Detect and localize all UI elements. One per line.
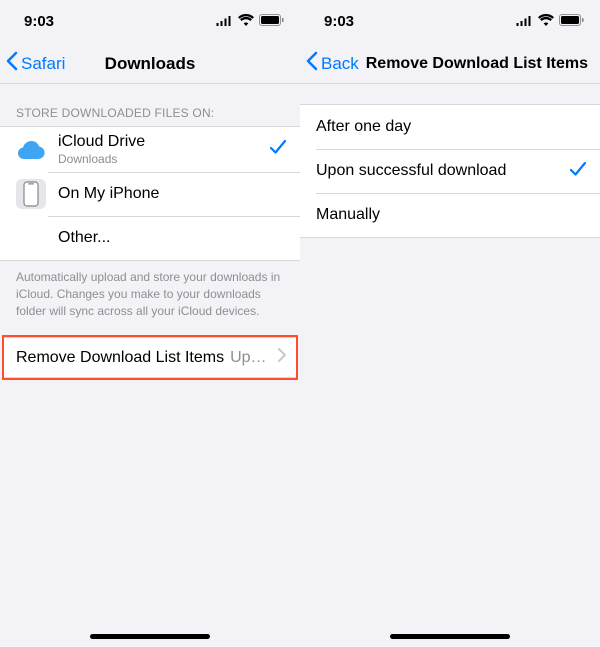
remove-download-list-items-row[interactable]: Remove Download List Items Upon succes… (4, 337, 296, 378)
status-time: 9:03 (324, 13, 354, 30)
screen-downloads: 9:03 Safari Downloads Store Downloaded F… (0, 0, 300, 647)
storage-options-list: iCloud Drive Downloads On My iPhone Othe… (0, 126, 300, 261)
cellular-icon (516, 13, 533, 30)
status-time: 9:03 (24, 13, 54, 30)
nav-bar: Back Remove Download List Items (300, 44, 600, 84)
link-label: Remove Download List Items (16, 349, 224, 367)
option-title: iCloud Drive (58, 133, 270, 151)
option-other[interactable]: Other... (0, 216, 300, 260)
section-header-store: Store Downloaded Files On: (0, 84, 300, 126)
chevron-left-icon (6, 51, 18, 76)
iphone-icon (16, 179, 46, 209)
home-indicator[interactable] (390, 634, 510, 639)
wifi-icon (538, 13, 554, 30)
option-upon-successful-download[interactable]: Upon successful download (300, 149, 600, 193)
checkmark-icon (570, 162, 586, 181)
battery-icon (559, 13, 584, 30)
nav-back-button[interactable]: Back (306, 51, 359, 76)
option-subtitle: Downloads (58, 152, 270, 166)
battery-icon (259, 13, 284, 30)
cellular-icon (216, 13, 233, 30)
home-indicator[interactable] (90, 634, 210, 639)
chevron-left-icon (306, 51, 318, 76)
screen-remove-list: 9:03 Back Remove Download List Items (300, 0, 600, 647)
content: Store Downloaded Files On: iCloud Drive … (0, 84, 300, 647)
nav-back-label: Back (321, 54, 359, 74)
option-title: Other... (58, 229, 286, 247)
section-footer: Automatically upload and store your down… (0, 261, 300, 337)
option-title: Manually (316, 206, 586, 224)
nav-title: Remove Download List Items (366, 55, 588, 73)
option-after-one-day[interactable]: After one day (300, 105, 600, 149)
option-title: On My iPhone (58, 185, 286, 203)
remove-options-list: After one day Upon successful download M… (300, 104, 600, 238)
option-manually[interactable]: Manually (300, 193, 600, 237)
nav-back-label: Safari (21, 54, 65, 74)
status-bar: 9:03 (0, 0, 300, 44)
nav-bar: Safari Downloads (0, 44, 300, 84)
option-on-my-iphone[interactable]: On My iPhone (0, 172, 300, 216)
highlight-frame: Remove Download List Items Upon succes… (2, 335, 298, 380)
icloud-icon (16, 135, 46, 165)
wifi-icon (238, 13, 254, 30)
chevron-right-icon (278, 348, 286, 367)
status-bar: 9:03 (300, 0, 600, 44)
nav-back-button[interactable]: Safari (6, 51, 65, 76)
checkmark-icon (270, 140, 286, 159)
link-value: Upon succes… (230, 349, 274, 367)
option-icloud-drive[interactable]: iCloud Drive Downloads (0, 127, 300, 172)
status-icons (216, 13, 284, 30)
nav-title: Downloads (105, 54, 196, 74)
option-title: Upon successful download (316, 162, 570, 180)
status-icons (516, 13, 584, 30)
content: After one day Upon successful download M… (300, 84, 600, 647)
option-title: After one day (316, 118, 586, 136)
